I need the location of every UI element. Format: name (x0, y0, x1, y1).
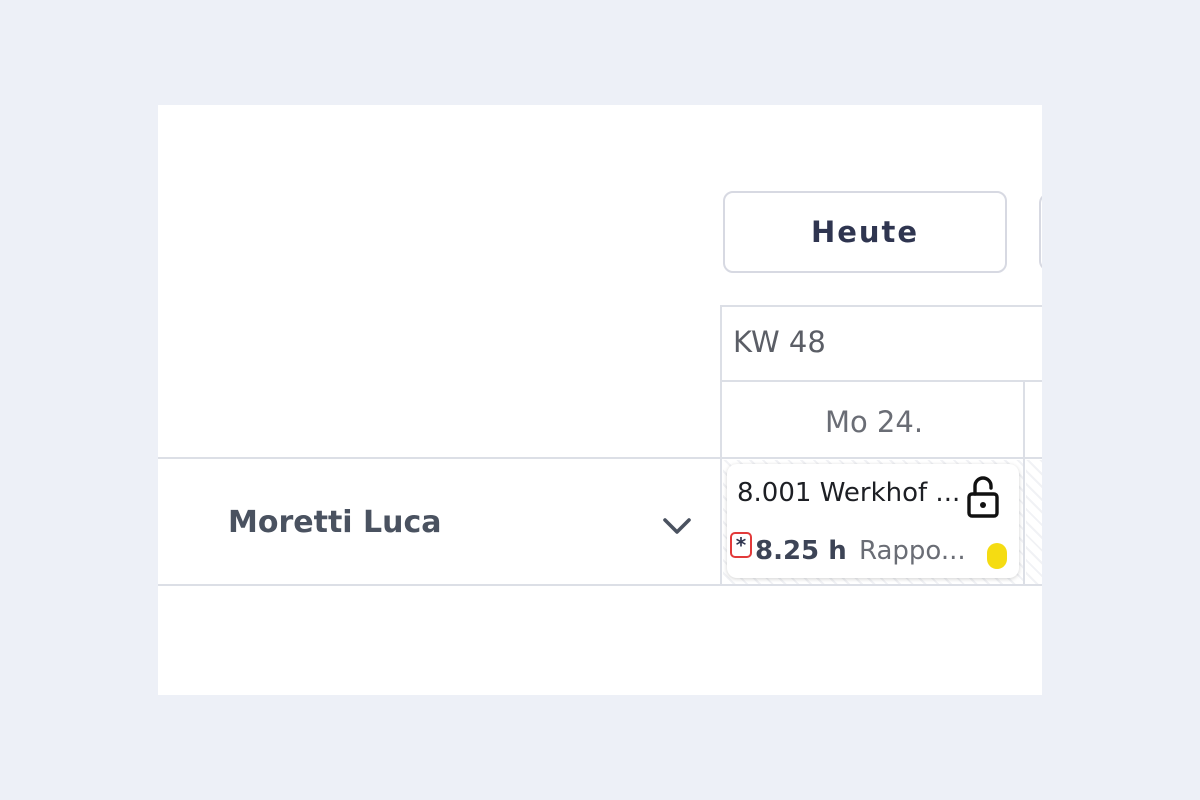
entry-title: 8.001 Werkhof ... (737, 478, 961, 508)
changed-marker: * (730, 532, 752, 558)
chevron-down-icon[interactable] (660, 509, 694, 543)
grid-line (720, 305, 722, 585)
row-divider (158, 457, 1042, 459)
today-button-label: Heute (810, 215, 920, 249)
marker-text: * (735, 533, 747, 557)
employee-name: Moretti Luca (228, 505, 442, 540)
today-button[interactable]: Heute (723, 191, 1007, 273)
entry-hours: 8.25 h (755, 536, 847, 566)
day-header-monday: Mo 24. (824, 405, 924, 439)
grid-line (720, 380, 1042, 382)
next-nav-button[interactable] (1039, 193, 1042, 271)
grid-line (720, 305, 1042, 307)
week-label: KW 48 (733, 325, 826, 359)
day-cell[interactable] (1026, 460, 1042, 584)
entry-status: Rappo... (859, 536, 966, 566)
lock-icon (967, 476, 999, 518)
calendar-panel: Heute KW 48 Mo 24. Moretti Luca 8.001 We… (158, 105, 1042, 695)
time-entry-card[interactable]: 8.001 Werkhof ... * 8.25 h Rappo... (727, 464, 1019, 578)
row-divider (158, 584, 1042, 586)
status-indicator (987, 543, 1007, 569)
